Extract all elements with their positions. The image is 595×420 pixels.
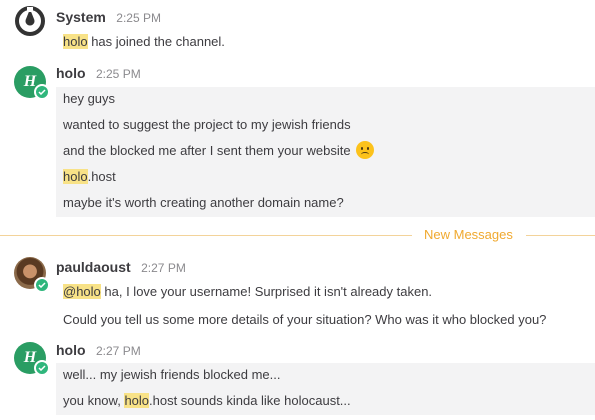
system-avatar xyxy=(14,5,46,37)
message-post-holo: H holo 2:25 PM hey guys wanted to sugges… xyxy=(0,56,595,222)
message-line: holo has joined the channel. xyxy=(63,34,225,49)
author-name[interactable]: System xyxy=(56,9,106,25)
separator-line xyxy=(526,235,595,236)
author-name[interactable]: holo xyxy=(56,65,86,81)
mattermost-logo-icon xyxy=(15,6,45,36)
mention[interactable]: @holo xyxy=(63,284,101,299)
message-line: hey guys xyxy=(56,87,595,113)
message-line: wanted to suggest the project to my jewi… xyxy=(56,113,595,139)
mention[interactable]: holo xyxy=(124,393,150,408)
new-messages-separator: New Messages xyxy=(0,226,595,244)
message-line: maybe it's worth creating another domain… xyxy=(56,191,595,217)
post-time[interactable]: 2:25 PM xyxy=(116,11,161,25)
slightly-frowning-face-icon xyxy=(356,141,375,159)
separator-line xyxy=(0,235,412,236)
message-post-system: System 2:25 PM holo has joined the chann… xyxy=(0,0,595,56)
post-time[interactable]: 2:27 PM xyxy=(96,344,141,358)
message-line: well... my jewish friends blocked me... xyxy=(56,363,595,389)
online-status-icon xyxy=(34,277,50,293)
author-name[interactable]: holo xyxy=(56,342,86,358)
message-line: you know, holo.host sounds kinda like ho… xyxy=(56,389,595,415)
message-line: @holo ha, I love your username! Surprise… xyxy=(63,284,433,299)
mention[interactable]: holo xyxy=(63,169,88,184)
post-time[interactable]: 2:25 PM xyxy=(96,67,141,81)
online-status-icon xyxy=(34,84,50,100)
message-line: and the blocked me after I sent them you… xyxy=(56,139,595,165)
online-status-icon xyxy=(34,360,50,376)
new-messages-label: New Messages xyxy=(424,227,513,242)
message-line: holo.host xyxy=(56,165,595,191)
author-name[interactable]: pauldaoust xyxy=(56,259,131,275)
mention[interactable]: holo xyxy=(63,34,88,49)
message-post-holo: H holo 2:27 PM well... my jewish friends… xyxy=(0,336,595,420)
message-post-pauldaoust: pauldaoust 2:27 PM @holo ha, I love your… xyxy=(0,252,595,336)
post-time[interactable]: 2:27 PM xyxy=(141,261,186,275)
message-line: Could you tell us some more details of y… xyxy=(63,312,547,327)
